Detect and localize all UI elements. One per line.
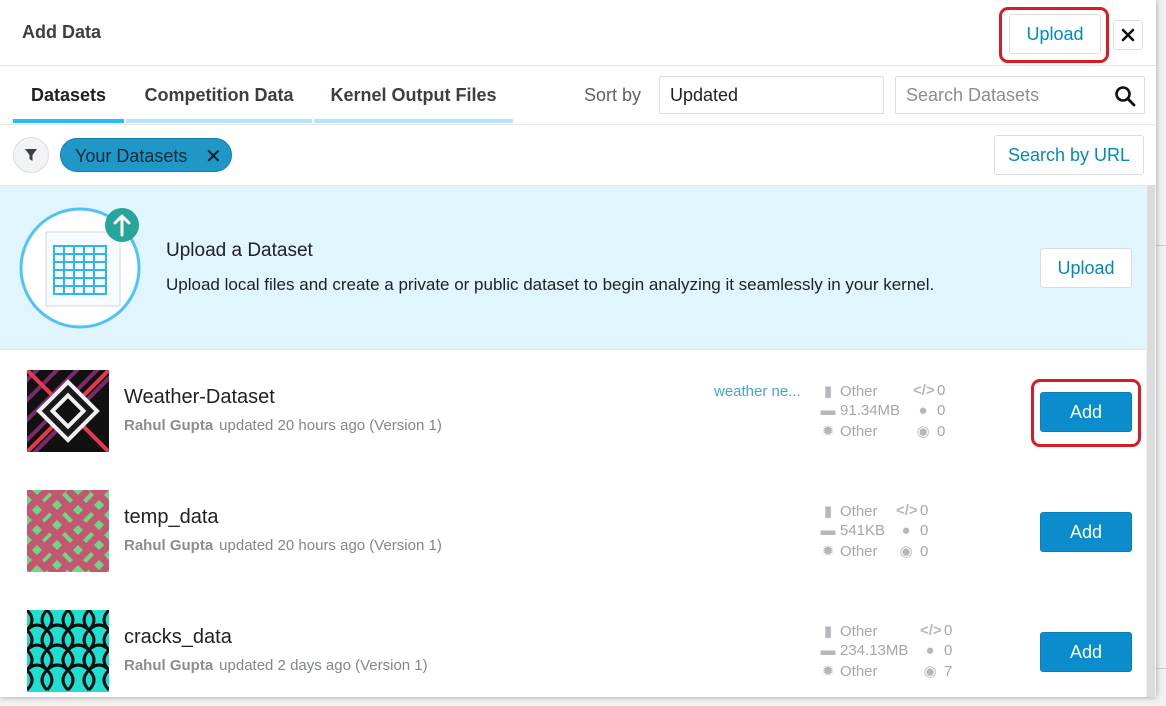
- dialog-header: Add Data Upload: [0, 0, 1156, 66]
- file-icon: ▮: [823, 623, 833, 640]
- background-page-bottom: [0, 697, 1166, 706]
- eye-icon: ◉: [899, 543, 913, 560]
- storage-icon: ▬: [820, 642, 836, 659]
- storage-icon: ▬: [820, 402, 836, 419]
- tab-kernel-output-files[interactable]: Kernel Output Files: [314, 67, 513, 123]
- dataset-row-temp: temp_data Rahul Gupta updated 20 hours ag…: [0, 470, 1146, 590]
- dataset-name[interactable]: cracks_data: [124, 626, 232, 649]
- dataset-updated: updated 20 hours ago (Version 1): [219, 537, 442, 554]
- views-stat: ◉ 0: [913, 422, 945, 440]
- code-icon: </>: [896, 502, 918, 519]
- dataset-tag[interactable]: weather ne...: [714, 383, 801, 400]
- comment-icon: ●: [901, 522, 911, 539]
- code-icon: </>: [913, 382, 935, 399]
- dataset-owner[interactable]: Rahul Gupta: [124, 657, 213, 674]
- license-stat: ✹ Other: [821, 423, 878, 440]
- upload-banner-description: Upload local files and create a private …: [166, 275, 935, 294]
- add-data-dialog: Add Data Upload Datasets Competition Dat…: [0, 0, 1156, 697]
- storage-icon: ▬: [820, 522, 836, 539]
- dataset-thumbnail: [27, 490, 109, 572]
- sort-select[interactable]: Updated: [659, 76, 884, 114]
- views-stat: ◉ 0: [896, 542, 928, 560]
- dataset-updated: updated 20 hours ago (Version 1): [219, 417, 442, 434]
- chip-remove-icon[interactable]: ✕: [205, 144, 222, 169]
- dataset-meta: Rahul Gupta updated 20 hours ago (Version…: [124, 417, 442, 434]
- upload-dataset-banner: Upload a Dataset Upload local files and …: [0, 185, 1146, 350]
- background-page-edge: [1156, 0, 1166, 706]
- license-stat: ✹ Other: [821, 663, 878, 680]
- dataset-thumbnail: [27, 370, 109, 452]
- dataset-row-weather: Weather-Dataset Rahul Gupta updated 20 ho…: [0, 350, 1146, 470]
- license-gear-icon: ✹: [821, 543, 835, 560]
- filter-button[interactable]: [13, 137, 49, 173]
- tab-competition-data[interactable]: Competition Data: [126, 67, 312, 123]
- your-datasets-chip[interactable]: Your Datasets ✕: [60, 138, 232, 172]
- file-icon: ▮: [823, 503, 833, 520]
- dataset-updated: updated 2 days ago (Version 1): [219, 657, 428, 674]
- dataset-thumbnail: [27, 610, 109, 692]
- dataset-owner[interactable]: Rahul Gupta: [124, 537, 213, 554]
- eye-icon: ◉: [923, 663, 937, 680]
- scrollbar[interactable]: [1146, 185, 1156, 697]
- chip-label: Your Datasets: [75, 146, 188, 166]
- tabs-bar: Datasets Competition Data Kernel Output …: [0, 67, 1156, 125]
- add-dataset-button[interactable]: Add: [1040, 632, 1132, 672]
- kernels-stat: </> 0: [920, 622, 953, 639]
- dataset-name[interactable]: Weather-Dataset: [124, 386, 275, 409]
- eye-icon: ◉: [916, 423, 930, 440]
- size-stat: ▬ 234.13MB: [820, 642, 909, 659]
- comments-stat: ● 0: [896, 522, 928, 539]
- dataset-owner[interactable]: Rahul Gupta: [124, 417, 213, 434]
- search-box: [895, 76, 1145, 114]
- comments-stat: ● 0: [913, 402, 945, 419]
- dialog-title: Add Data: [22, 22, 102, 42]
- upload-banner-title: Upload a Dataset: [166, 240, 313, 261]
- kernels-stat: </> 0: [896, 502, 929, 519]
- search-by-url-button[interactable]: Search by URL: [994, 135, 1144, 175]
- dataset-row-cracks: cracks_data Rahul Gupta updated 2 days ag…: [0, 590, 1146, 697]
- close-icon[interactable]: [1113, 20, 1143, 50]
- search-icon[interactable]: [1114, 85, 1136, 107]
- upload-dataset-illustration: [19, 207, 141, 329]
- views-stat: ◉ 7: [920, 662, 952, 680]
- search-input[interactable]: [896, 77, 1106, 113]
- license-gear-icon: ✹: [821, 423, 835, 440]
- dataset-name[interactable]: temp_data: [124, 506, 219, 529]
- add-dataset-button[interactable]: Add: [1040, 512, 1132, 552]
- file-type-stat: ▮ Other: [820, 502, 878, 520]
- filter-row: Your Datasets ✕ Search by URL: [0, 126, 1156, 184]
- dataset-meta: Rahul Gupta updated 20 hours ago (Version…: [124, 537, 442, 554]
- file-icon: ▮: [823, 383, 833, 400]
- file-type-stat: ▮ Other: [820, 622, 878, 640]
- file-type-stat: ▮ Other: [820, 382, 878, 400]
- comment-icon: ●: [925, 642, 935, 659]
- banner-upload-button[interactable]: Upload: [1040, 248, 1132, 288]
- size-stat: ▬ 541KB: [820, 522, 886, 539]
- code-icon: </>: [920, 622, 942, 639]
- comment-icon: ●: [918, 402, 928, 419]
- dataset-meta: Rahul Gupta updated 2 days ago (Version 1…: [124, 657, 428, 674]
- add-dataset-button[interactable]: Add: [1040, 392, 1132, 432]
- license-gear-icon: ✹: [821, 663, 835, 680]
- license-stat: ✹ Other: [821, 543, 878, 560]
- kernels-stat: </> 0: [913, 382, 946, 399]
- sort-label: Sort by: [584, 85, 642, 105]
- filter-icon: [25, 149, 37, 161]
- comments-stat: ● 0: [920, 642, 952, 659]
- header-upload-button[interactable]: Upload: [1009, 14, 1101, 54]
- size-stat: ▬ 91.34MB: [820, 402, 901, 419]
- tab-datasets[interactable]: Datasets: [13, 67, 124, 123]
- scrollbar-thumb[interactable]: [1147, 185, 1155, 697]
